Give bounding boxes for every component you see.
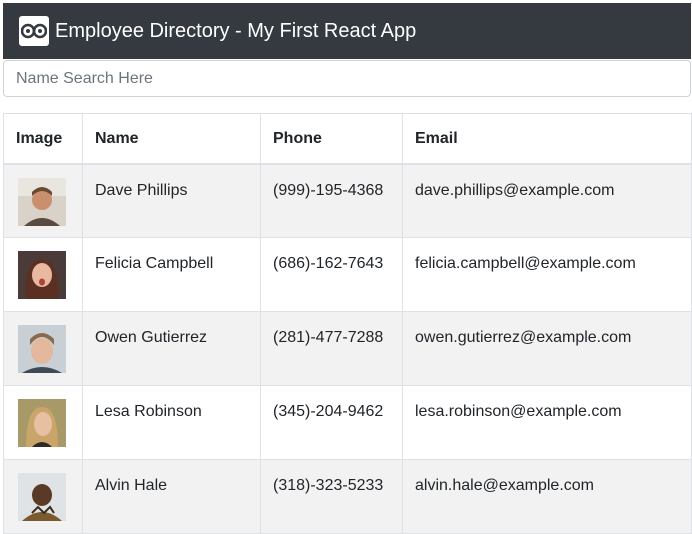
search-container <box>3 60 691 97</box>
image-cell <box>3 311 83 386</box>
image-cell <box>3 163 83 238</box>
app-title[interactable]: Employee Directory - My First React App <box>55 21 416 41</box>
employee-photo <box>18 473 66 521</box>
table-row: Dave Phillips (999)-195-4368 dave.philli… <box>3 163 692 238</box>
table-row: Alvin Hale (318)-323-5233 alvin.hale@exa… <box>3 459 692 534</box>
employee-email: owen.gutierrez@example.com <box>402 311 692 386</box>
search-input[interactable] <box>3 60 691 97</box>
employee-photo <box>18 251 66 299</box>
employee-photo <box>18 177 66 226</box>
employee-name: Felicia Campbell <box>82 237 261 312</box>
employee-table-container: Image Name Phone Email Dave Phillips (99… <box>3 113 692 534</box>
employee-email: alvin.hale@example.com <box>402 459 692 534</box>
employee-name: Dave Phillips <box>82 163 261 238</box>
column-header-name[interactable]: Name <box>82 113 261 165</box>
employee-phone: (999)-195-4368 <box>260 163 403 238</box>
employee-phone: (686)-162-7643 <box>260 237 403 312</box>
navbar: Employee Directory - My First React App <box>3 3 691 59</box>
employee-phone: (281)-477-7288 <box>260 311 403 386</box>
employee-table: Image Name Phone Email Dave Phillips (99… <box>3 113 692 534</box>
employee-photo <box>18 399 66 447</box>
table-row: Lesa Robinson (345)-204-9462 lesa.robins… <box>3 385 692 460</box>
employee-email: lesa.robinson@example.com <box>402 385 692 460</box>
image-cell <box>3 385 83 460</box>
employee-email: dave.phillips@example.com <box>402 163 692 238</box>
image-cell <box>3 237 83 312</box>
employee-phone: (318)-323-5233 <box>260 459 403 534</box>
table-row: Owen Gutierrez (281)-477-7288 owen.gutie… <box>3 311 692 386</box>
column-header-image[interactable]: Image <box>3 113 83 165</box>
image-cell <box>3 459 83 534</box>
table-row: Felicia Campbell (686)-162-7643 felicia.… <box>3 237 692 312</box>
column-header-email[interactable]: Email <box>402 113 692 165</box>
react-logo-icon[interactable] <box>19 16 49 46</box>
column-header-phone[interactable]: Phone <box>260 113 403 165</box>
table-header-row: Image Name Phone Email <box>3 113 692 165</box>
employee-name: Owen Gutierrez <box>82 311 261 386</box>
employee-phone: (345)-204-9462 <box>260 385 403 460</box>
employee-email: felicia.campbell@example.com <box>402 237 692 312</box>
employee-name: Alvin Hale <box>82 459 261 534</box>
employee-photo <box>18 325 66 373</box>
employee-name: Lesa Robinson <box>82 385 261 460</box>
